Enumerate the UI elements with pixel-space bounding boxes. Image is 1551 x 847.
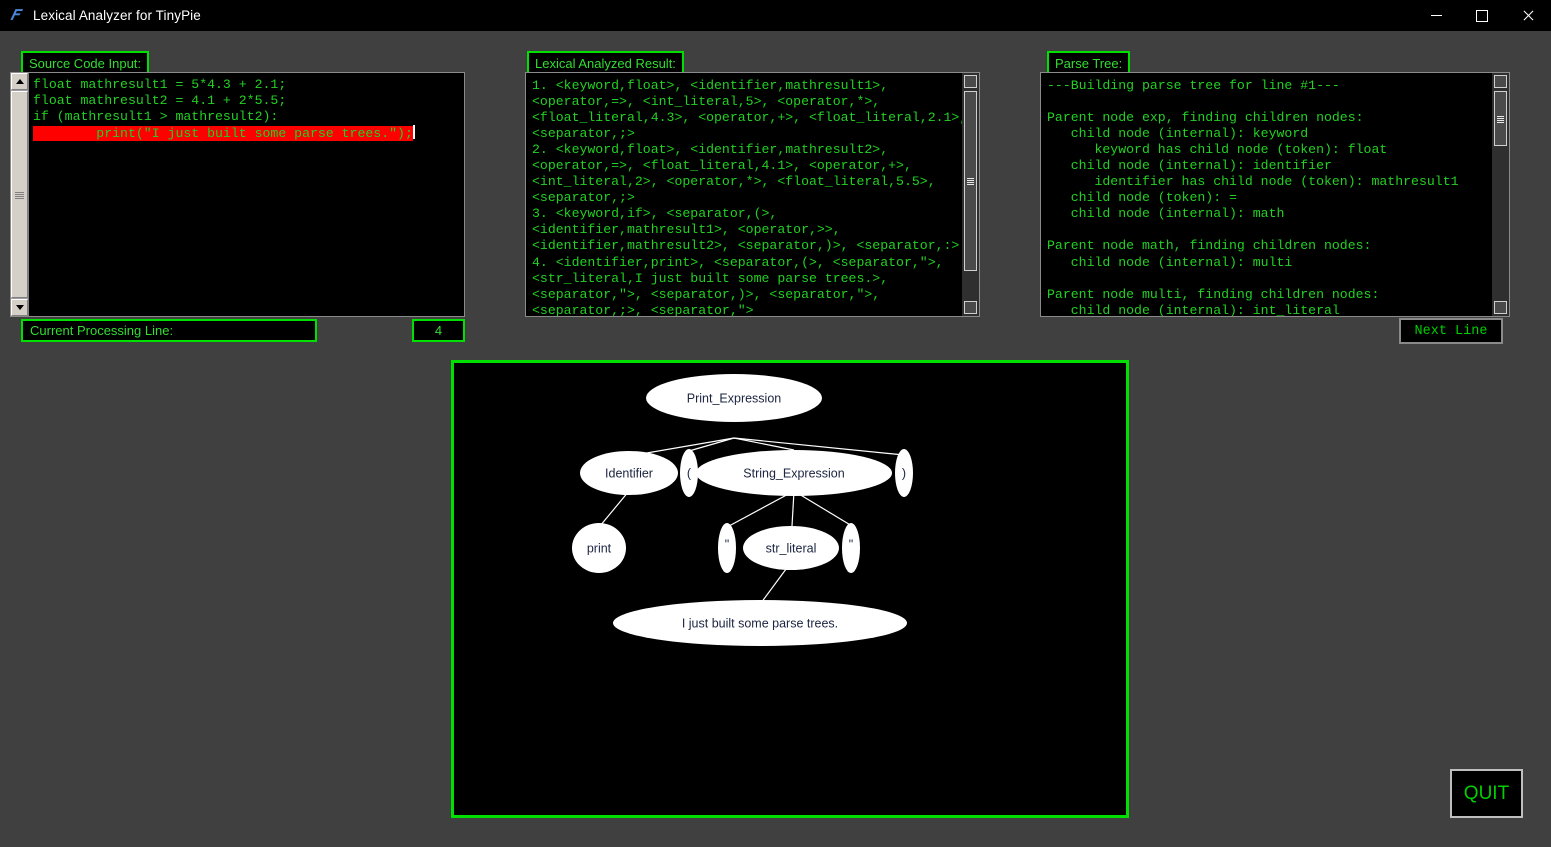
source-code-input[interactable]: float mathresult1 = 5*4.3 + 2.1; float m…	[10, 72, 465, 317]
lexical-result-output[interactable]: 1. <keyword,float>, <identifier,mathresu…	[525, 72, 980, 317]
grip-icon	[967, 178, 974, 185]
scrollbar-thumb[interactable]	[964, 91, 977, 271]
node-label: "	[849, 537, 853, 551]
parse-tree-canvas: Print_Expression Identifier ( String_Exp…	[451, 360, 1129, 818]
scroll-up-button[interactable]	[964, 75, 977, 88]
tree-node-string-expression: String_Expression	[696, 450, 892, 496]
current-processing-line-value: 4	[412, 319, 465, 342]
scrollbar-thumb[interactable]	[1494, 91, 1507, 146]
source-line-2: float mathresult2 = 4.1 + 2*5.5;	[33, 93, 287, 108]
minimize-button[interactable]	[1413, 0, 1459, 31]
maximize-button[interactable]	[1459, 0, 1505, 31]
tree-node-print-expression: Print_Expression	[646, 374, 822, 422]
scroll-up-button[interactable]	[11, 73, 28, 90]
window-title: Lexical Analyzer for TinyPie	[33, 8, 201, 23]
scroll-up-button[interactable]	[1494, 75, 1507, 88]
source-line-4-highlighted: print("I just built some parse trees.");	[33, 126, 413, 141]
tree-node-string-value: I just built some parse trees.	[613, 600, 907, 646]
grip-icon	[1497, 115, 1504, 123]
node-label: Print_Expression	[687, 391, 782, 405]
node-label: I just built some parse trees.	[682, 616, 838, 630]
parse-tree-graph: Print_Expression Identifier ( String_Exp…	[572, 374, 913, 646]
tree-node-quote-close: "	[842, 523, 860, 573]
minimize-icon	[1430, 15, 1442, 16]
quit-button[interactable]: QUIT	[1450, 769, 1523, 818]
tree-node-rparen: )	[895, 449, 913, 497]
close-icon	[1523, 10, 1534, 21]
next-line-button[interactable]: Next Line	[1399, 318, 1503, 344]
source-line-1: float mathresult1 = 5*4.3 + 2.1;	[33, 77, 287, 92]
scroll-down-button[interactable]	[1494, 301, 1507, 314]
text-caret	[412, 125, 415, 139]
parse-tree-output[interactable]: ---Building parse tree for line #1--- Pa…	[1040, 72, 1510, 317]
source-code-text[interactable]: float mathresult1 = 5*4.3 + 2.1; float m…	[33, 77, 460, 142]
lexical-result-scrollbar[interactable]	[962, 73, 979, 316]
lexical-result-text: 1. <keyword,float>, <identifier,mathresu…	[532, 78, 968, 317]
source-line-3: if (mathresult1 > mathresult2):	[33, 109, 279, 124]
node-label: "	[725, 537, 729, 551]
app-icon: 𝑭	[10, 7, 20, 24]
tree-node-identifier: Identifier	[580, 451, 678, 495]
scroll-down-button[interactable]	[11, 299, 28, 316]
source-code-scrollbar[interactable]	[11, 73, 29, 316]
scroll-down-button[interactable]	[964, 301, 977, 314]
title-bar: 𝑭 Lexical Analyzer for TinyPie	[0, 0, 1551, 31]
parse-tree-text: ---Building parse tree for line #1--- Pa…	[1047, 78, 1459, 317]
grip-icon	[15, 191, 24, 199]
window-controls	[1413, 0, 1551, 31]
tree-node-str-literal: str_literal	[743, 526, 839, 570]
tree-node-lparen: (	[680, 449, 698, 497]
triangle-up-icon	[15, 79, 24, 84]
triangle-down-icon	[15, 305, 24, 310]
scrollbar-thumb[interactable]	[11, 91, 28, 298]
tree-node-print: print	[572, 523, 626, 573]
node-label: str_literal	[766, 541, 817, 555]
node-label: String_Expression	[743, 466, 844, 480]
maximize-icon	[1476, 9, 1488, 22]
tree-node-quote-open: "	[718, 523, 736, 573]
parse-tree-scrollbar[interactable]	[1492, 73, 1509, 316]
close-button[interactable]	[1505, 0, 1551, 31]
node-label: Identifier	[605, 466, 653, 480]
node-label: )	[902, 466, 906, 480]
current-processing-line-label: Current Processing Line:	[21, 319, 317, 342]
node-label: print	[587, 541, 612, 555]
